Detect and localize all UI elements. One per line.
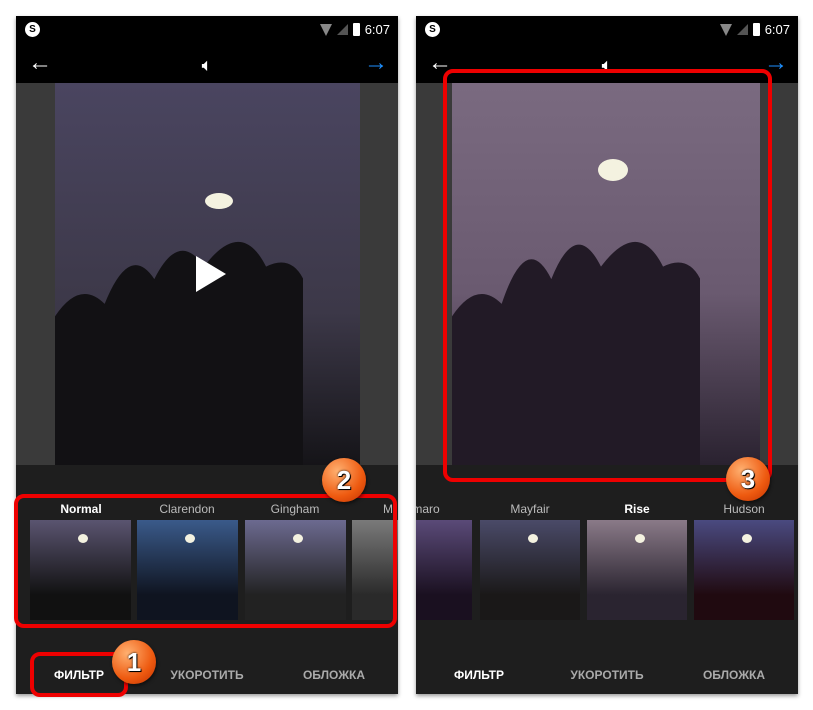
filter-label-rise[interactable]: Rise (587, 502, 687, 516)
battery-icon (352, 23, 360, 36)
filter-thumb-rise[interactable] (587, 520, 687, 620)
highlight-filter-strip (14, 494, 397, 628)
toolbar: ← 🔈︎ → (16, 44, 398, 83)
arrow-right-icon[interactable]: → (364, 50, 388, 76)
step-badge-1: 1 (112, 640, 156, 684)
shazam-icon: S (25, 22, 40, 37)
filter-thumb-partial[interactable] (416, 520, 472, 620)
step-badge-2: 2 (322, 458, 366, 502)
filter-label-partial[interactable]: maro (416, 502, 476, 516)
tree-silhouette (55, 241, 304, 465)
video-frame[interactable] (55, 83, 360, 465)
filter-label-hudson[interactable]: Hudson (694, 502, 794, 516)
filter-labels: maro Mayfair Rise Hudson (416, 502, 798, 518)
play-icon[interactable] (195, 256, 226, 292)
tab-trim[interactable]: УКОРОТИТЬ (552, 668, 662, 682)
moon (742, 534, 752, 543)
highlight-preview (443, 69, 772, 482)
arrow-left-icon[interactable]: ← (28, 50, 52, 76)
status-bar: S 6:07 (416, 16, 798, 44)
tab-filter[interactable]: ФИЛЬТР (424, 668, 534, 682)
tab-trim[interactable]: УКОРОТИТЬ (152, 668, 262, 682)
shazam-icon: S (425, 22, 440, 37)
video-preview (16, 83, 398, 465)
step-badge-3: 3 (726, 457, 770, 501)
filter-thumb-hudson[interactable] (694, 520, 794, 620)
wifi-icon (719, 23, 732, 36)
battery-icon (752, 23, 760, 36)
moon (635, 534, 645, 543)
tab-cover[interactable]: ОБЛОЖКА (279, 668, 389, 682)
moon (205, 193, 233, 209)
signal-icon (336, 24, 348, 35)
speaker-icon[interactable]: 🔈︎ (202, 52, 213, 78)
filter-label-mayfair[interactable]: Mayfair (480, 502, 580, 516)
signal-icon (736, 24, 748, 35)
filter-thumb-mayfair[interactable] (480, 520, 580, 620)
clock: 6:07 (364, 22, 390, 37)
clock: 6:07 (764, 22, 790, 37)
wifi-icon (319, 23, 332, 36)
status-bar: S 6:07 (16, 16, 398, 44)
tab-cover[interactable]: ОБЛОЖКА (679, 668, 789, 682)
moon (528, 534, 538, 543)
